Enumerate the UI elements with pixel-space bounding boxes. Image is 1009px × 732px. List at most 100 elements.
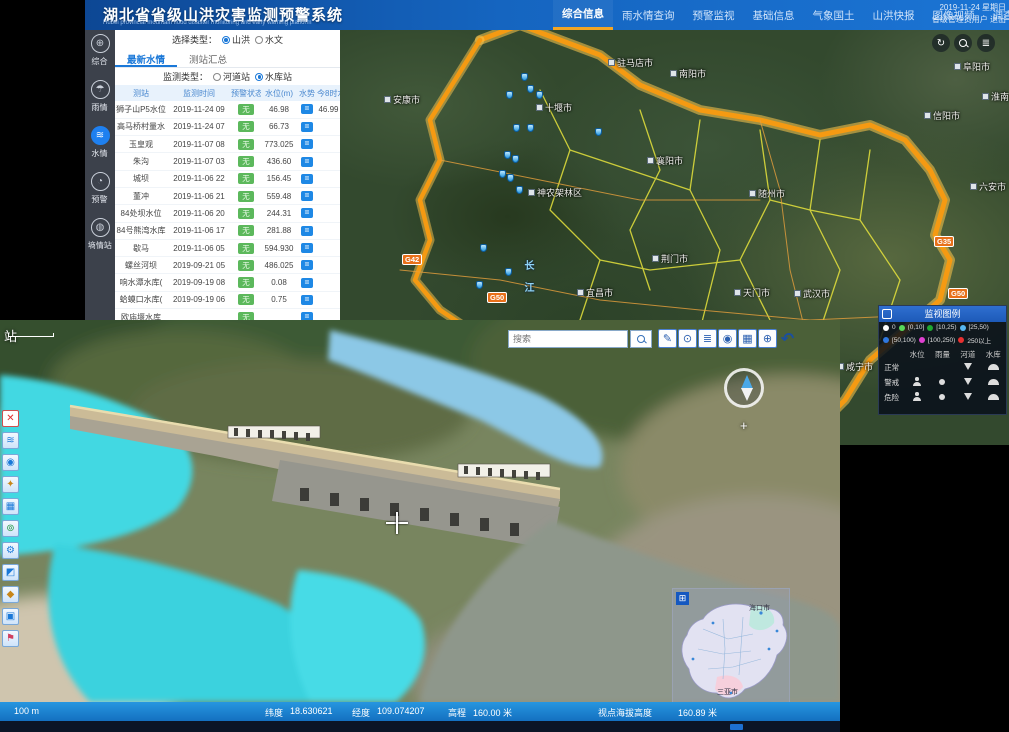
webcam-icon[interactable]: ⊙ <box>678 329 697 348</box>
rail-item-overview[interactable]: ⊕ 综合 <box>85 30 115 76</box>
terrain-tool-icon[interactable]: ◆ <box>2 586 19 603</box>
status-badge: 无 <box>238 104 254 115</box>
station-marker-icon[interactable] <box>499 170 506 178</box>
legend-col-reservoir: 水库 <box>981 348 1006 360</box>
settings-tool-icon[interactable]: ⚙ <box>2 542 19 559</box>
station-marker-icon[interactable] <box>527 124 534 132</box>
station-marker-icon[interactable] <box>480 244 487 252</box>
station-marker-icon[interactable] <box>512 155 519 163</box>
search-button[interactable] <box>630 330 652 348</box>
table-row[interactable]: 84号熊湾水库2019-11-06 17无281.88= <box>115 222 340 239</box>
nav-item-warning-monitor[interactable]: 预警监视 <box>684 0 744 30</box>
city-label: 十堰市 <box>536 101 572 114</box>
nav-item-weather-land[interactable]: 气象国土 <box>804 0 864 30</box>
table-row[interactable]: 董冲2019-11-06 21无559.48= <box>115 187 340 204</box>
rain-dot-icon <box>899 325 905 331</box>
table-row[interactable]: 城坝2019-11-06 22无156.45= <box>115 170 340 187</box>
city-label: 武汉市 <box>794 287 830 300</box>
table-row[interactable]: 朱沟2019-11-07 03无436.60= <box>115 153 340 170</box>
road-shield: G35 <box>934 236 954 247</box>
map-search-button[interactable] <box>954 34 972 52</box>
map-reset-button[interactable]: ↻ <box>932 34 950 52</box>
nav-item-flood-report[interactable]: 山洪快报 <box>864 0 924 30</box>
table-row[interactable]: 84处坝水位2019-11-06 20无244.31= <box>115 205 340 222</box>
reservoir-normal-icon <box>988 364 999 370</box>
compass-control[interactable] <box>724 368 764 408</box>
legend-header[interactable]: 监视图例 <box>879 306 1006 322</box>
station-marker-icon[interactable] <box>506 91 513 99</box>
station-marker-icon[interactable] <box>507 174 514 182</box>
rail-item-water[interactable]: ≋ 水情 <box>85 122 115 168</box>
rail-item-rain[interactable]: ☂ 雨情 <box>85 76 115 122</box>
close-toolbar-button[interactable]: ✕ <box>2 410 19 427</box>
frame-tool-icon[interactable]: ▣ <box>2 608 19 625</box>
station-marker-icon[interactable] <box>521 73 528 81</box>
radio-river-station[interactable]: 河道站 <box>213 70 250 83</box>
station-marker-icon[interactable] <box>504 151 511 159</box>
radio-hydrology[interactable]: 水文 <box>255 33 283 46</box>
rotate-tool-icon[interactable]: ◉ <box>2 454 19 471</box>
zoom-in-control[interactable]: + <box>740 418 748 433</box>
rain-legend-row-1: 0 (0,10] [10,25) [25,50) <box>879 322 1006 333</box>
status-badge: 无 <box>238 294 254 305</box>
table-row[interactable]: 蛤蟆口水库(2019-09-19 06无0.75= <box>115 291 340 308</box>
search-input[interactable] <box>508 330 628 348</box>
type-filter-row: 选择类型： 山洪 水文 <box>115 30 340 49</box>
minimap-city-north: 海口市 <box>749 603 770 613</box>
undo-icon[interactable]: ↶ <box>778 329 797 348</box>
col-today: 今8时水位 <box>317 85 340 101</box>
nav-item-rain-water-query[interactable]: 雨水情查询 <box>613 0 684 30</box>
list-icon[interactable]: ≣ <box>698 329 717 348</box>
table-row[interactable]: 螺丝河坝2019-09-21 05无486.025= <box>115 257 340 274</box>
table-row[interactable]: 狮子山P5水位2019-11-24 09无46.98=46.99 <box>115 101 340 118</box>
draw-edit-icon[interactable]: ✎ <box>658 329 677 348</box>
map-layers-button[interactable]: ≣ <box>977 34 995 52</box>
station-marker-icon[interactable] <box>513 124 520 132</box>
app-header: 湖北省省级山洪灾害监测预警系统 Hubei provincial mountai… <box>85 0 1009 30</box>
taskbar-item[interactable] <box>730 724 743 730</box>
tab-station-summary[interactable]: 测站汇总 <box>177 49 239 67</box>
reservoir-danger-icon <box>988 394 999 400</box>
station-marker-icon[interactable] <box>516 186 523 194</box>
swirl-tool-icon[interactable]: ✦ <box>2 476 19 493</box>
status-badge: 无 <box>238 139 254 150</box>
table-row[interactable]: 歇马2019-11-06 05无594.930= <box>115 239 340 256</box>
viewer-left-toolbar: ✕ ≋ ◉ ✦ ▦ ⊚ ⚙ ◩ ◆ ▣ ⚑ <box>2 410 19 647</box>
tab-latest-water[interactable]: 最新水情 <box>115 49 177 67</box>
image-chart-icon[interactable]: ▦ <box>738 329 757 348</box>
station-marker-icon[interactable] <box>505 268 512 276</box>
minimap-corner-icon[interactable]: ⊞ <box>676 592 689 605</box>
trend-steady-icon: = <box>301 139 313 149</box>
lon-label: 经度 <box>352 706 370 719</box>
radio-reservoir-station[interactable]: 水库站 <box>255 70 292 83</box>
rail-item-soil[interactable]: ◍ 墒情站 <box>85 214 115 260</box>
table-row[interactable]: 玉皇观2019-11-07 08无773.025= <box>115 136 340 153</box>
alt-value: 160.00 米 <box>473 706 512 719</box>
legend-row-danger: 危险 <box>879 390 1006 405</box>
station-marker-icon[interactable] <box>476 281 483 289</box>
funnel-tool-icon[interactable]: ◩ <box>2 564 19 581</box>
table-row[interactable]: 高马桥村量水2019-11-24 07无66.73= <box>115 118 340 135</box>
nav-item-basic-info[interactable]: 基础信息 <box>744 0 804 30</box>
rain-dot-icon <box>960 325 966 331</box>
radio-river-label: 河道站 <box>223 70 250 83</box>
station-marker-icon[interactable] <box>527 85 534 93</box>
grid-tool-icon[interactable]: ▦ <box>2 498 19 515</box>
table-row[interactable]: 响水潭水库(2019-09-19 08无0.08= <box>115 274 340 291</box>
station-marker-icon[interactable] <box>595 128 602 136</box>
user-logout-text[interactable]: 省级管理员用户 退出 <box>932 14 1006 26</box>
waterline-tool-icon[interactable]: ≋ <box>2 432 19 449</box>
overview-minimap[interactable]: ⊞ 海口市 三亚市 <box>672 588 790 710</box>
status-badge: 无 <box>238 191 254 202</box>
eye-icon[interactable]: ◉ <box>718 329 737 348</box>
city-label: 驻马店市 <box>608 56 653 69</box>
radio-mountain-flood[interactable]: 山洪 <box>222 33 250 46</box>
flag-tool-icon[interactable]: ⚑ <box>2 630 19 647</box>
camera-tool-icon[interactable]: ⊚ <box>2 520 19 537</box>
city-label: 神农架林区 <box>528 186 582 199</box>
globe-icon[interactable]: ⊕ <box>758 329 777 348</box>
rail-item-warning[interactable]: ◔ 预警 <box>85 168 115 214</box>
nav-item-overview[interactable]: 综合信息 <box>553 0 613 30</box>
water-icon: ≋ <box>91 126 110 145</box>
station-marker-icon[interactable] <box>536 91 543 99</box>
